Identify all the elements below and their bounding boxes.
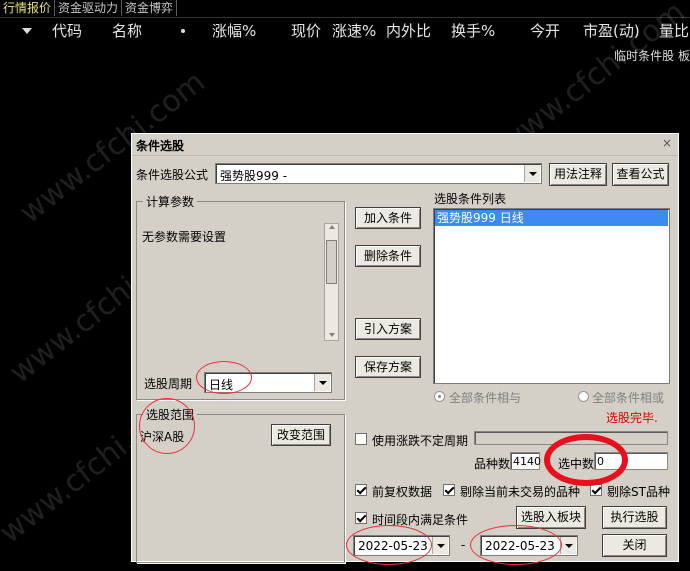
exclude-untraded-checkbox[interactable] <box>443 484 455 496</box>
pre-adjust-checkbox[interactable] <box>355 484 367 496</box>
use-limit-period-checkbox[interactable] <box>355 433 367 445</box>
annotation-circle-start-date <box>346 525 432 565</box>
use-limit-period-label: 使用涨跌不定周期 <box>372 434 469 448</box>
chevron-down-icon[interactable] <box>524 165 540 182</box>
radio-and[interactable] <box>434 391 445 402</box>
formula-select-value: 强势股999 - <box>220 169 288 183</box>
chevron-down-icon[interactable] <box>432 537 448 554</box>
column-change-pct[interactable]: 涨幅% <box>212 20 256 42</box>
annotation-circle-end-date <box>470 525 562 565</box>
column-turnover-pct[interactable]: 换手% <box>451 20 495 42</box>
exclude-st-checkbox[interactable] <box>590 484 602 496</box>
exclude-untraded-label: 剔除当前未交易的品种 <box>460 485 581 499</box>
delete-condition-button[interactable]: 删除条件 <box>355 245 421 267</box>
condition-stock-picker-dialog: 条件选股 × 条件选股公式 强势股999 - 用法注释 查看公式 计算参数 无参… <box>131 133 679 563</box>
radio-and-label: 全部条件相与 <box>449 391 522 405</box>
count-label: 品种数 <box>474 457 511 471</box>
params-scrollbar[interactable] <box>324 223 339 341</box>
close-icon[interactable]: × <box>660 137 674 151</box>
status-text: 选股完毕. <box>606 411 658 425</box>
formula-select[interactable]: 强势股999 - <box>215 163 542 184</box>
tab-divider <box>0 17 690 18</box>
close-button[interactable]: 关闭 <box>602 534 667 557</box>
scroll-up-icon[interactable] <box>329 225 335 229</box>
annotation-circle-period <box>196 361 252 394</box>
sort-dropdown-icon[interactable] <box>22 28 32 34</box>
dialog-title: 条件选股 <box>136 139 185 153</box>
usage-notes-button[interactable]: 用法注释 <box>549 163 607 186</box>
quote-column-header: 代码 名称 涨幅% 现价 涨速% 内外比 换手% 今开 市盈(动) 量比 <box>0 20 690 42</box>
formula-label: 条件选股公式 <box>136 168 209 182</box>
count-value: 4140 <box>513 455 541 468</box>
exclude-st-label: 剔除ST品种 <box>607 485 670 499</box>
dialog-titlebar[interactable]: 条件选股 × <box>132 134 678 156</box>
add-condition-button[interactable]: 加入条件 <box>355 207 421 229</box>
time-range-checkbox[interactable] <box>355 512 367 524</box>
execute-selection-button[interactable]: 执行选股 <box>602 506 667 529</box>
column-inout-ratio[interactable]: 内外比 <box>386 20 431 42</box>
column-speed-pct[interactable]: 涨速% <box>332 20 376 42</box>
annotation-circle-scope <box>139 398 195 454</box>
column-name[interactable]: 名称 <box>112 20 142 42</box>
bullet-icon <box>181 29 185 33</box>
params-text: 无参数需要设置 <box>142 230 227 244</box>
view-formula-button[interactable]: 查看公式 <box>612 163 669 186</box>
condition-list[interactable]: 强势股999 日线 <box>433 208 670 384</box>
top-tab-bar: 行情报价 资金驱动力 资金博弈 <box>0 0 178 17</box>
tab-fund-game[interactable]: 资金博弈 <box>122 0 178 16</box>
list-item[interactable]: 强势股999 日线 <box>435 210 668 226</box>
scroll-down-icon[interactable] <box>329 333 335 337</box>
save-scheme-button[interactable]: 保存方案 <box>355 356 421 378</box>
column-open[interactable]: 今开 <box>530 20 560 42</box>
chevron-down-icon[interactable] <box>314 374 330 391</box>
params-group-title: 计算参数 <box>143 193 198 210</box>
scroll-thumb[interactable] <box>326 240 337 284</box>
column-price[interactable]: 现价 <box>291 20 321 42</box>
tab-fund-drive[interactable]: 资金驱动力 <box>55 0 123 16</box>
import-scheme-button[interactable]: 引入方案 <box>355 318 421 340</box>
period-label: 选股周期 <box>144 377 193 391</box>
date-separator: - <box>461 538 466 552</box>
chevron-down-icon[interactable] <box>560 537 576 554</box>
radio-or-label: 全部条件相或 <box>592 391 665 405</box>
column-code[interactable]: 代码 <box>52 20 82 42</box>
pre-adjust-label: 前复权数据 <box>372 485 433 499</box>
count-box: 4140 <box>510 452 541 470</box>
tab-quotes[interactable]: 行情报价 <box>0 0 56 16</box>
radio-or[interactable] <box>578 391 589 402</box>
condition-list-label: 选股条件列表 <box>434 192 507 206</box>
change-scope-button[interactable]: 改变范围 <box>271 424 331 446</box>
annotation-circle-selected-count <box>544 434 628 486</box>
